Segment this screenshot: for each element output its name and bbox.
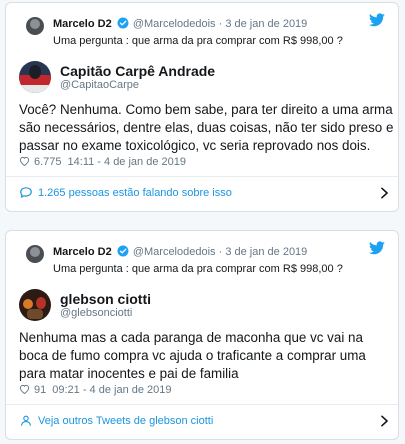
twitter-bird-icon[interactable] bbox=[369, 13, 385, 27]
heart-icon[interactable] bbox=[19, 384, 30, 394]
heart-icon[interactable] bbox=[19, 156, 30, 166]
like-count[interactable]: 6.775 bbox=[34, 156, 62, 168]
conversation-link-text[interactable]: 1.265 pessoas estão falando sobre isso bbox=[38, 187, 232, 199]
quoted-avatar[interactable] bbox=[26, 245, 44, 263]
quoted-tweet[interactable]: Marcelo D2 @Marcelodedois · 3 de jan de … bbox=[23, 242, 363, 278]
quoted-author-handle[interactable]: @Marcelodedois bbox=[133, 246, 216, 258]
tweet-timestamp[interactable]: 09:21 - 4 de jan de 2019 bbox=[52, 384, 171, 396]
verified-badge-icon bbox=[117, 17, 129, 29]
chevron-right-icon[interactable] bbox=[380, 415, 389, 427]
more-tweets-link-text[interactable]: Veja outros Tweets de glebson ciotti bbox=[38, 415, 213, 427]
quoted-author-name[interactable]: Marcelo D2 bbox=[53, 18, 112, 30]
author-avatar[interactable] bbox=[19, 61, 51, 93]
author-name[interactable]: Capitão Carpê Andrade bbox=[60, 63, 215, 79]
tweet-text: Você? Nenhuma. Como bem sabe, para ter d… bbox=[19, 102, 394, 153]
divider bbox=[6, 404, 398, 405]
tweet-meta: 91 09:21 - 4 de jan de 2019 bbox=[19, 384, 172, 396]
tweet-text: Nenhuma mas a cada paranga de maconha qu… bbox=[19, 330, 366, 381]
quoted-header: Marcelo D2 @Marcelodedois · 3 de jan de … bbox=[53, 245, 307, 258]
tweet-card[interactable]: Marcelo D2 @Marcelodedois · 3 de jan de … bbox=[5, 2, 399, 212]
quoted-date[interactable]: · 3 de jan de 2019 bbox=[219, 18, 308, 30]
author-avatar[interactable] bbox=[19, 289, 51, 321]
quoted-author-handle[interactable]: @Marcelodedois bbox=[133, 18, 216, 30]
verified-badge-icon bbox=[117, 245, 129, 257]
author-handle[interactable]: @glebsonciotti bbox=[60, 307, 132, 319]
quoted-author-name[interactable]: Marcelo D2 bbox=[53, 246, 112, 258]
quoted-text: Uma pergunta : que arma da pra comprar c… bbox=[53, 263, 343, 275]
twitter-bird-icon[interactable] bbox=[369, 241, 385, 255]
quoted-text: Uma pergunta : que arma da pra comprar c… bbox=[53, 35, 343, 47]
speech-bubble-icon bbox=[20, 187, 32, 198]
tweet-card[interactable]: Marcelo D2 @Marcelodedois · 3 de jan de … bbox=[5, 230, 399, 440]
more-tweets-link[interactable]: Veja outros Tweets de glebson ciotti bbox=[19, 414, 389, 432]
tweet-timestamp[interactable]: 14:11 - 4 de jan de 2019 bbox=[68, 156, 186, 168]
quoted-tweet[interactable]: Marcelo D2 @Marcelodedois · 3 de jan de … bbox=[23, 14, 363, 50]
quoted-avatar[interactable] bbox=[26, 17, 44, 35]
profile-icon bbox=[21, 415, 31, 426]
divider bbox=[6, 176, 398, 177]
tweet-meta: 6.775 14:11 - 4 de jan de 2019 bbox=[19, 156, 186, 168]
quoted-date[interactable]: · 3 de jan de 2019 bbox=[219, 246, 308, 258]
like-count[interactable]: 91 bbox=[34, 384, 46, 396]
chevron-right-icon[interactable] bbox=[380, 187, 389, 199]
author-handle[interactable]: @CapitaoCarpe bbox=[60, 79, 139, 91]
conversation-link[interactable]: 1.265 pessoas estão falando sobre isso bbox=[19, 186, 389, 204]
author-name[interactable]: glebson ciotti bbox=[60, 291, 151, 307]
quoted-header: Marcelo D2 @Marcelodedois · 3 de jan de … bbox=[53, 17, 307, 30]
